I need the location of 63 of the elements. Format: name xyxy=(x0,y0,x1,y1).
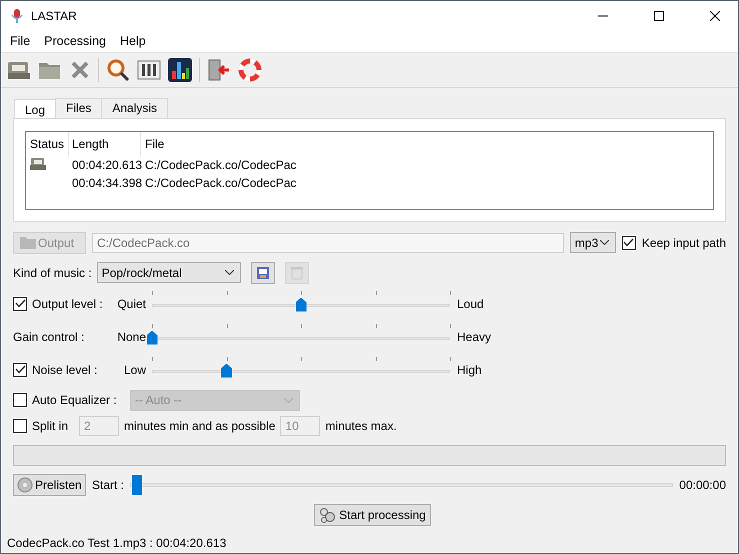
min-label: Quiet xyxy=(116,296,146,310)
search-icon[interactable] xyxy=(106,59,130,81)
gears-icon xyxy=(319,507,338,523)
tray-icon[interactable] xyxy=(7,59,31,81)
checkbox[interactable] xyxy=(13,419,27,433)
column-header[interactable]: File xyxy=(141,132,164,156)
status-bar-text: CodecPack.co Test 1.mp3 : 00:04:20.613 xyxy=(6,535,228,552)
checkbox-label: Auto Equalizer : xyxy=(32,393,118,407)
slider-thumb[interactable] xyxy=(296,298,306,312)
table-cell-text: 00:04:20.613 xyxy=(71,158,141,172)
save-icon xyxy=(256,266,270,280)
position-slider[interactable] xyxy=(130,475,674,495)
checkbox-label: Split in xyxy=(32,419,70,433)
tab[interactable]: Log xyxy=(14,99,56,118)
max-label: High xyxy=(457,362,482,376)
slider-label: Noise level : xyxy=(32,362,98,376)
column-header[interactable]: Status xyxy=(26,132,69,156)
table-cell-text: C:/CodecPack.co/CodecPac xyxy=(144,176,296,190)
equalizer-icon[interactable] xyxy=(168,58,192,82)
tab[interactable]: Analysis xyxy=(101,98,168,118)
table-cell-text: C:/CodecPack.co/CodecPac xyxy=(144,158,296,172)
menu-item[interactable]: Help xyxy=(113,34,153,48)
min-label: None xyxy=(116,330,146,344)
checkbox[interactable] xyxy=(13,296,27,310)
trash-icon xyxy=(290,266,303,280)
max-label: Heavy xyxy=(457,330,492,344)
checkbox[interactable] xyxy=(13,362,27,376)
checkbox[interactable] xyxy=(13,393,27,407)
close-icon[interactable] xyxy=(710,10,720,20)
music-kind-dropdown[interactable]: Pop/rock/metal xyxy=(96,262,241,283)
time-label: 00:00:00 xyxy=(679,478,726,492)
menu-item[interactable]: File xyxy=(3,34,38,48)
microphone-icon xyxy=(9,8,25,24)
chevron-icon xyxy=(600,240,609,245)
chevron-icon xyxy=(284,398,293,402)
menu-item[interactable]: Processing xyxy=(37,34,113,48)
save-preset-button[interactable] xyxy=(250,262,275,284)
field-label: minutes min and as possible xyxy=(124,419,276,433)
slider-label: Output level : xyxy=(32,296,103,310)
tray-icon xyxy=(30,157,46,170)
mixer-icon[interactable] xyxy=(137,59,161,81)
disc-icon xyxy=(17,477,33,493)
table-cell-text: 00:04:34.398 xyxy=(71,176,141,190)
slider-thumb[interactable] xyxy=(132,475,142,495)
folder-icon xyxy=(20,236,36,249)
field-label: Kind of music : xyxy=(13,266,92,280)
delete-icon[interactable] xyxy=(69,59,91,81)
window-title: LASTAR xyxy=(31,8,77,22)
chevron-icon xyxy=(224,270,234,275)
field-label: minutes max. xyxy=(325,419,397,433)
max-label: Loud xyxy=(457,296,484,310)
prelisten-button[interactable]: Prelisten xyxy=(13,474,86,496)
min-label: Low xyxy=(122,362,146,376)
start-processing-button[interactable]: Start processing xyxy=(314,504,431,526)
slider-thumb[interactable] xyxy=(146,330,158,344)
checkbox-label: Keep input path xyxy=(642,236,726,250)
field-label: Start : xyxy=(92,478,124,492)
column-header[interactable]: Length xyxy=(69,132,141,156)
lifebuoy-icon[interactable] xyxy=(238,58,262,82)
slider-thumb[interactable] xyxy=(221,364,232,378)
exit-icon[interactable] xyxy=(207,59,231,81)
maximize-icon[interactable] xyxy=(654,10,664,20)
slider-label: Gain control : xyxy=(13,330,84,344)
